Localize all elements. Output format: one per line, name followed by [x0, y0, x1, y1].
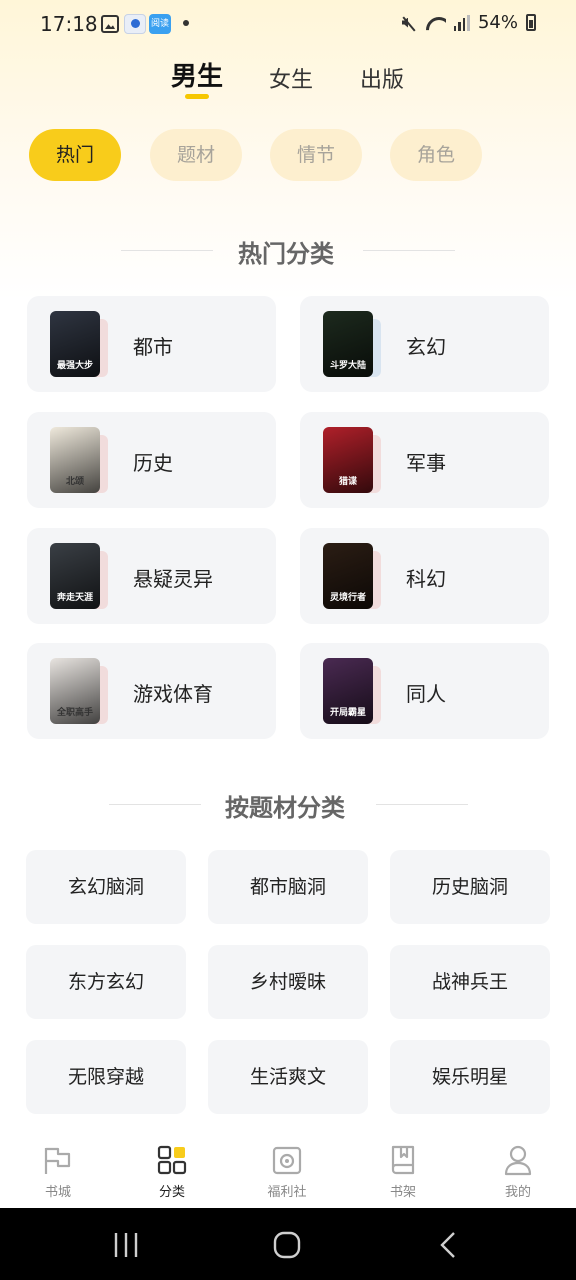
- topic-category-tile[interactable]: 生活爽文: [208, 1040, 368, 1114]
- signal-icon: [453, 14, 470, 31]
- status-bar: 17:18 阅读 54%: [0, 0, 576, 48]
- book-cover-stack: 斗罗大陆: [323, 311, 381, 377]
- nav-profile[interactable]: 我的: [478, 1144, 558, 1200]
- hot-category-card[interactable]: 斗罗大陆 玄幻: [300, 296, 549, 392]
- topic-category-tile[interactable]: 东方玄幻: [26, 945, 186, 1019]
- hot-category-label: 悬疑灵异: [133, 567, 213, 591]
- topic-category-tile[interactable]: 乡村暧昧: [208, 945, 368, 1019]
- gender-tabs: 男生 女生 出版: [0, 58, 576, 102]
- book-cover-image: 最强大步: [50, 311, 100, 377]
- topic-category-tile[interactable]: 战神兵王: [390, 945, 550, 1019]
- nav-bookstore[interactable]: 书城: [18, 1144, 98, 1200]
- home-icon[interactable]: [267, 1230, 307, 1260]
- hot-category-label: 玄幻: [406, 335, 446, 359]
- bottom-navigation: 书城 分类 福利社 书架 我的: [0, 1136, 576, 1208]
- chip-plot[interactable]: 情节: [270, 129, 362, 181]
- nav-label: 分类: [158, 1185, 185, 1200]
- gallery-notification-icon: [101, 15, 119, 33]
- hot-category-card[interactable]: 奔走天涯 悬疑灵异: [27, 528, 276, 624]
- hot-category-card[interactable]: 全职高手 游戏体育: [27, 643, 276, 739]
- hot-category-label: 游戏体育: [133, 682, 213, 706]
- nav-label: 书架: [389, 1185, 416, 1200]
- wifi-icon: [426, 15, 446, 31]
- book-cover-image: 灵境行者: [323, 543, 373, 609]
- divider-line: [363, 250, 455, 251]
- battery-icon: [526, 14, 536, 31]
- hot-category-label: 都市: [133, 335, 173, 359]
- book-cover-stack: 奔走天涯: [50, 543, 108, 609]
- status-time: 17:18: [40, 12, 98, 36]
- book-cover-image: 全职高手: [50, 658, 100, 724]
- recent-apps-icon[interactable]: [106, 1230, 146, 1260]
- hot-category-card[interactable]: 最强大步 都市: [27, 296, 276, 392]
- reader-app-notification-icon: 阅读: [149, 14, 171, 34]
- book-cover-image: 斗罗大陆: [323, 311, 373, 377]
- topic-section-title: 按题材分类: [225, 794, 345, 822]
- book-cover-title: 奔走天涯: [56, 593, 93, 603]
- hot-category-card[interactable]: 灵境行者 科幻: [300, 528, 549, 624]
- nav-welfare[interactable]: 福利社: [247, 1144, 327, 1200]
- topic-category-tile[interactable]: 娱乐明星: [390, 1040, 550, 1114]
- hot-category-card[interactable]: 开局霸星 同人: [300, 643, 549, 739]
- book-cover-title: 最强大步: [56, 361, 93, 371]
- book-cover-image: 北颂: [50, 427, 100, 493]
- topic-category-tile[interactable]: 玄幻脑洞: [26, 850, 186, 924]
- nav-label: 我的: [504, 1185, 531, 1200]
- book-cover-image: 奔走天涯: [50, 543, 100, 609]
- hot-category-card[interactable]: 北颂 历史: [27, 412, 276, 508]
- book-cover-stack: 开局霸星: [323, 658, 381, 724]
- mute-icon: [400, 15, 418, 31]
- hot-category-label: 同人: [406, 682, 446, 706]
- topic-section-header: 按题材分类: [0, 784, 576, 824]
- book-cover-title: 开局霸星: [329, 708, 366, 718]
- battery-percent: 54%: [477, 12, 518, 33]
- hot-category-label: 科幻: [406, 567, 446, 591]
- book-cover-title: 斗罗大陆: [329, 361, 366, 371]
- book-cover-image: 猎谍: [323, 427, 373, 493]
- divider-line: [376, 804, 468, 805]
- flag-icon: [42, 1144, 74, 1176]
- gift-icon: [271, 1144, 303, 1176]
- chip-hot[interactable]: 热门: [29, 129, 121, 181]
- bookshelf-icon: [387, 1144, 419, 1176]
- topic-category-tile[interactable]: 无限穿越: [26, 1040, 186, 1114]
- book-cover-image: 开局霸星: [323, 658, 373, 724]
- active-tab-indicator: [185, 94, 209, 99]
- app-notification-icon: [124, 14, 146, 34]
- nav-bookshelf[interactable]: 书架: [363, 1144, 443, 1200]
- hot-section-header: 热门分类: [0, 230, 576, 270]
- book-cover-stack: 灵境行者: [323, 543, 381, 609]
- book-cover-title: 灵境行者: [329, 593, 366, 603]
- chip-role[interactable]: 角色: [390, 129, 482, 181]
- book-cover-stack: 最强大步: [50, 311, 108, 377]
- book-cover-title: 猎谍: [338, 477, 357, 487]
- chip-theme[interactable]: 题材: [150, 129, 242, 181]
- nav-category[interactable]: 分类: [132, 1144, 212, 1200]
- book-cover-title: 全职高手: [56, 708, 93, 718]
- system-navigation-bar: [0, 1208, 576, 1280]
- book-cover-stack: 全职高手: [50, 658, 108, 724]
- book-cover-stack: 猎谍: [323, 427, 381, 493]
- divider-line: [121, 250, 213, 251]
- grid-icon: [156, 1144, 188, 1176]
- nav-label: 书城: [44, 1185, 71, 1200]
- book-cover-title: 北颂: [65, 477, 84, 487]
- hot-category-label: 军事: [406, 451, 446, 475]
- divider-line: [109, 804, 201, 805]
- hot-category-card[interactable]: 猎谍 军事: [300, 412, 549, 508]
- more-notifications-dot-icon: [183, 20, 189, 26]
- back-icon[interactable]: [430, 1230, 470, 1260]
- tab-published[interactable]: 出版: [360, 62, 404, 94]
- profile-icon: [502, 1144, 534, 1176]
- topic-category-tile[interactable]: 历史脑洞: [390, 850, 550, 924]
- book-cover-stack: 北颂: [50, 427, 108, 493]
- tab-female[interactable]: 女生: [269, 62, 313, 94]
- nav-label: 福利社: [267, 1185, 307, 1200]
- tab-male[interactable]: 男生: [171, 56, 223, 93]
- hot-section-title: 热门分类: [238, 240, 334, 268]
- hot-category-label: 历史: [133, 451, 173, 475]
- topic-category-tile[interactable]: 都市脑洞: [208, 850, 368, 924]
